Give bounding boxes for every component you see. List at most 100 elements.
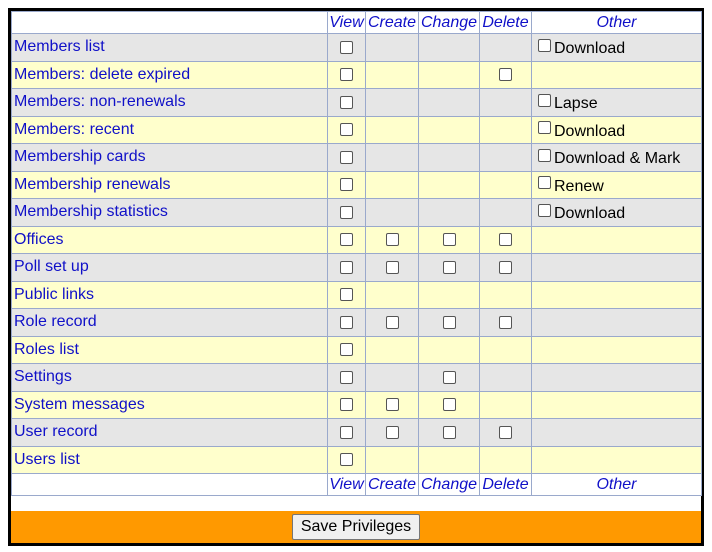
cell-view — [327, 170, 366, 199]
privilege-name-link[interactable]: Users list — [11, 445, 328, 474]
cell-view — [327, 280, 366, 309]
cell-delete — [479, 33, 532, 62]
view-checkbox[interactable] — [340, 343, 353, 357]
privilege-row: Role record — [11, 308, 702, 337]
view-checkbox[interactable] — [340, 315, 353, 329]
cell-view — [327, 418, 366, 447]
view-checkbox[interactable] — [340, 205, 353, 219]
view-checkbox[interactable] — [340, 398, 353, 412]
change-checkbox[interactable] — [442, 233, 456, 247]
cell-change — [418, 363, 480, 392]
create-checkbox[interactable] — [385, 233, 399, 247]
header-blank — [11, 11, 328, 34]
view-checkbox[interactable] — [340, 288, 353, 302]
create-checkbox[interactable] — [385, 260, 399, 274]
view-checkbox[interactable] — [340, 453, 353, 467]
col-header-delete: Delete — [479, 473, 532, 496]
privilege-name-link[interactable]: Membership statistics — [11, 198, 328, 227]
privilege-row: Members: recent Download — [11, 115, 702, 144]
other-checkbox[interactable] — [538, 148, 551, 162]
col-header-change: Change — [418, 11, 480, 34]
cell-other — [531, 60, 702, 89]
privilege-row: Roles list — [11, 335, 702, 364]
privilege-name-link[interactable]: Roles list — [11, 335, 328, 364]
create-checkbox[interactable] — [385, 315, 399, 329]
cell-other: Download — [531, 115, 702, 144]
privilege-name-link[interactable]: Offices — [11, 225, 328, 254]
view-checkbox[interactable] — [340, 150, 353, 164]
privileges-table: View Create Change Delete Other Members … — [11, 11, 702, 496]
other-checkbox[interactable] — [538, 93, 551, 107]
cell-create — [365, 390, 419, 419]
cell-change — [418, 198, 480, 227]
view-checkbox[interactable] — [340, 95, 353, 109]
col-header-create: Create — [365, 11, 419, 34]
privilege-name-link[interactable]: Role record — [11, 308, 328, 337]
cell-other: Lapse — [531, 88, 702, 117]
col-header-other: Other — [531, 473, 702, 496]
privilege-name-link[interactable]: Members: delete expired — [11, 60, 328, 89]
privilege-name-link[interactable]: Settings — [11, 363, 328, 392]
privilege-row: System messages — [11, 390, 702, 419]
change-checkbox[interactable] — [442, 370, 456, 384]
privilege-name-link[interactable]: Members: recent — [11, 115, 328, 144]
cell-other — [531, 418, 702, 447]
privilege-name-link[interactable]: Membership renewals — [11, 170, 328, 199]
cell-create — [365, 115, 419, 144]
cell-delete — [479, 363, 532, 392]
change-checkbox[interactable] — [442, 425, 456, 439]
cell-create — [365, 335, 419, 364]
privilege-row: Membership statistics Download — [11, 198, 702, 227]
cell-other — [531, 390, 702, 419]
other-checkbox[interactable] — [538, 203, 551, 217]
view-checkbox[interactable] — [340, 260, 353, 274]
delete-checkbox[interactable] — [499, 315, 512, 329]
view-checkbox[interactable] — [340, 370, 353, 384]
cell-view — [327, 225, 366, 254]
cell-delete — [479, 418, 532, 447]
privilege-row: Members: non-renewals Lapse — [11, 88, 702, 117]
privilege-name-link[interactable]: System messages — [11, 390, 328, 419]
privilege-row: Membership renewals Renew — [11, 170, 702, 199]
privilege-name-link[interactable]: User record — [11, 418, 328, 447]
cell-other — [531, 445, 702, 474]
privilege-row: Membership cards Download & Mark — [11, 143, 702, 172]
col-header-view: View — [327, 473, 366, 496]
delete-checkbox[interactable] — [499, 68, 512, 82]
cell-view — [327, 115, 366, 144]
cell-delete — [479, 60, 532, 89]
cell-delete — [479, 280, 532, 309]
privilege-name-link[interactable]: Public links — [11, 280, 328, 309]
view-checkbox[interactable] — [340, 233, 353, 247]
create-checkbox[interactable] — [385, 398, 399, 412]
cell-other — [531, 363, 702, 392]
privilege-name-link[interactable]: Membership cards — [11, 143, 328, 172]
privilege-name-link[interactable]: Poll set up — [11, 253, 328, 282]
privilege-name-link[interactable]: Members list — [11, 33, 328, 62]
delete-checkbox[interactable] — [499, 233, 512, 247]
delete-checkbox[interactable] — [499, 260, 512, 274]
other-checkbox[interactable] — [538, 121, 551, 135]
view-checkbox[interactable] — [340, 68, 353, 82]
cell-change — [418, 418, 480, 447]
col-header-view: View — [327, 11, 366, 34]
view-checkbox[interactable] — [340, 425, 353, 439]
delete-checkbox[interactable] — [499, 425, 512, 439]
cell-create — [365, 418, 419, 447]
save-privileges-button[interactable]: Save Privileges — [291, 514, 421, 540]
cell-delete — [479, 225, 532, 254]
other-checkbox[interactable] — [538, 38, 551, 52]
create-checkbox[interactable] — [385, 425, 399, 439]
cell-change — [418, 170, 480, 199]
privilege-name-link[interactable]: Members: non-renewals — [11, 88, 328, 117]
privileges-panel: View Create Change Delete Other Members … — [8, 8, 704, 546]
change-checkbox[interactable] — [442, 398, 456, 412]
col-header-delete: Delete — [479, 11, 532, 34]
other-checkbox[interactable] — [538, 176, 551, 190]
view-checkbox[interactable] — [340, 123, 353, 137]
change-checkbox[interactable] — [442, 260, 456, 274]
view-checkbox[interactable] — [340, 40, 353, 54]
cell-change — [418, 308, 480, 337]
view-checkbox[interactable] — [340, 178, 353, 192]
change-checkbox[interactable] — [442, 315, 456, 329]
